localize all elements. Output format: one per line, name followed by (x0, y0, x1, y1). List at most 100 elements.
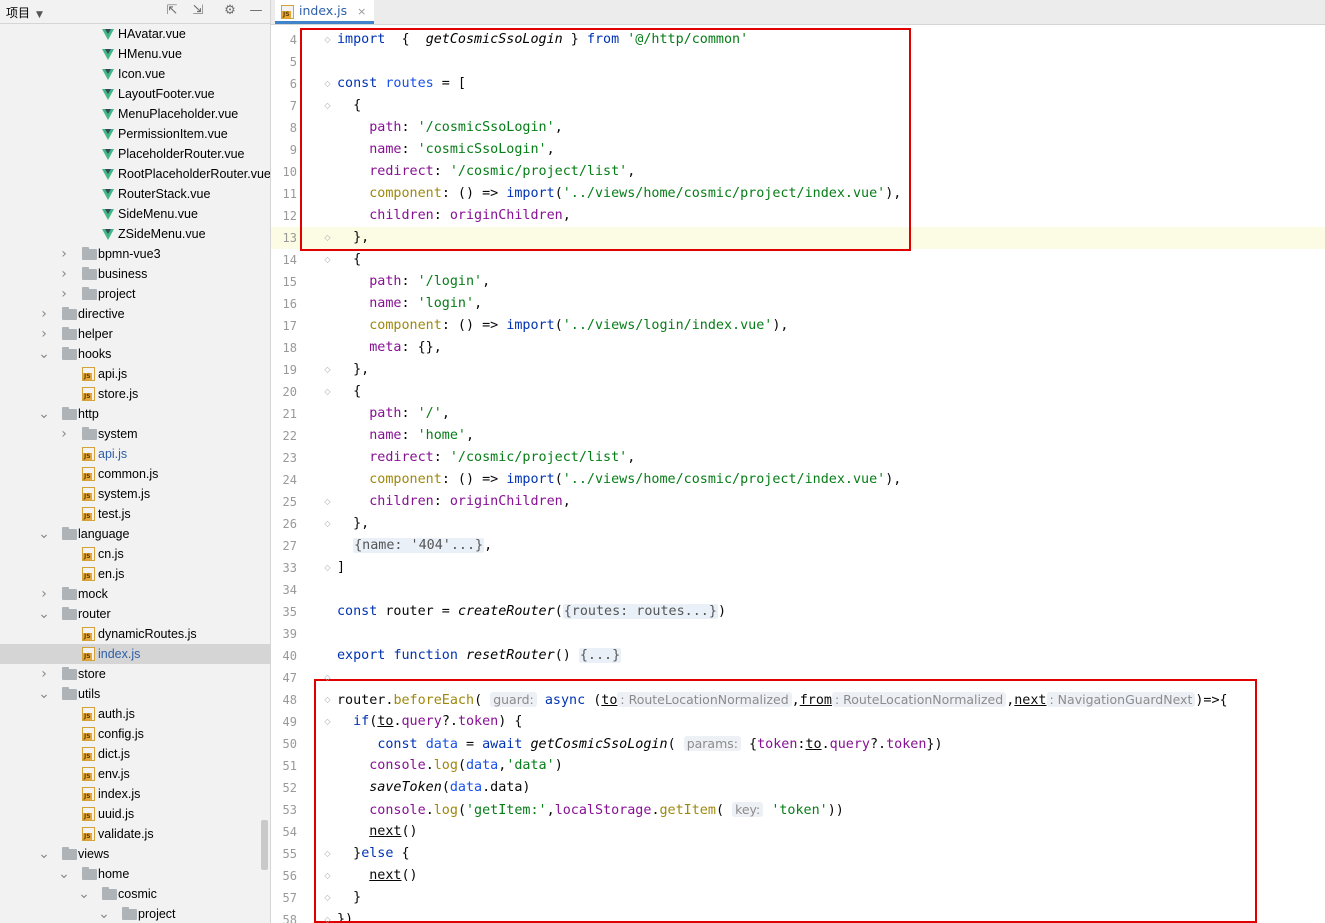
tree-folder[interactable]: › store (0, 664, 270, 684)
fold-marker-icon[interactable]: ◇ (323, 893, 332, 902)
code-line[interactable]: 39 (271, 623, 1325, 645)
tree-file[interactable]: HMenu.vue (0, 44, 270, 64)
project-view-selector[interactable]: 项目 ▼ (6, 4, 43, 21)
code-line[interactable]: 17 component: () => import('../views/log… (271, 315, 1325, 337)
tree-file[interactable]: PlaceholderRouter.vue (0, 144, 270, 164)
code-line[interactable]: 26 }, (271, 513, 1325, 535)
fold-marker-icon[interactable]: ◇ (323, 365, 332, 374)
code-line[interactable]: 35 const router = createRouter({routes: r… (271, 601, 1325, 623)
tree-folder[interactable]: › bpmn-vue3 (0, 244, 270, 264)
chevron-right-icon[interactable]: › (58, 264, 70, 284)
tree-file[interactable]: index.js (0, 644, 270, 664)
gear-icon[interactable]: ⚙ (222, 3, 238, 19)
code-line[interactable]: 55 }else { (271, 843, 1325, 865)
tree-file[interactable]: env.js (0, 764, 270, 784)
code-line[interactable]: 7 { (271, 95, 1325, 117)
fold-marker-icon[interactable]: ◇ (323, 717, 332, 726)
tree-folder[interactable]: ⌄ cosmic (0, 884, 270, 904)
tree-file[interactable]: HAvatar.vue (0, 24, 270, 44)
tree-file[interactable]: RootPlaceholderRouter.vue (0, 164, 270, 184)
code-line[interactable]: 27 {name: '404'...}, (271, 535, 1325, 557)
code-line[interactable]: 18 meta: {}, (271, 337, 1325, 359)
tree-file[interactable]: cn.js (0, 544, 270, 564)
code-line[interactable]: 8 path: '/cosmicSsoLogin', (271, 117, 1325, 139)
tree-file[interactable]: validate.js (0, 824, 270, 844)
code-line[interactable]: 20 { (271, 381, 1325, 403)
code-line[interactable]: 14 { (271, 249, 1325, 271)
chevron-down-icon[interactable]: ⌄ (98, 904, 110, 923)
code-line[interactable]: 52 saveToken(data.data) (271, 777, 1325, 799)
fold-marker-icon[interactable]: ◇ (323, 497, 332, 506)
close-icon[interactable]: × (357, 5, 366, 18)
code-line[interactable]: 40 export function resetRouter() {...} (271, 645, 1325, 667)
chevron-down-icon[interactable]: ⌄ (38, 684, 50, 704)
code-line[interactable]: 54 next() (271, 821, 1325, 843)
fold-marker-icon[interactable]: ◇ (323, 695, 332, 704)
code-line[interactable]: 48 router.beforeEach( guard: async (to: R… (271, 689, 1325, 711)
scrollbar-thumb[interactable] (261, 820, 268, 870)
collapse-all-icon[interactable]: ⇲ (190, 3, 206, 19)
code-line[interactable]: 11 component: () => import('../views/hom… (271, 183, 1325, 205)
tree-folder[interactable]: › mock (0, 584, 270, 604)
code-line[interactable]: 9 name: 'cosmicSsoLogin', (271, 139, 1325, 161)
tree-file[interactable]: MenuPlaceholder.vue (0, 104, 270, 124)
tree-folder[interactable]: ⌄ views (0, 844, 270, 864)
expand-all-icon[interactable]: ⇱ (164, 3, 180, 19)
code-line[interactable]: 58}) (271, 909, 1325, 923)
fold-marker-icon[interactable]: ◇ (323, 871, 332, 880)
chevron-down-icon[interactable]: ⌄ (58, 864, 70, 884)
tree-file[interactable]: uuid.js (0, 804, 270, 824)
tree-file[interactable]: SideMenu.vue (0, 204, 270, 224)
tree-file[interactable]: system.js (0, 484, 270, 504)
fold-marker-icon[interactable]: ◇ (323, 35, 332, 44)
tab-index-js[interactable]: index.js × (275, 0, 375, 24)
fold-marker-icon[interactable]: ◇ (323, 233, 332, 242)
tree-folder[interactable]: ⌄ utils (0, 684, 270, 704)
tree-file[interactable]: ZSideMenu.vue (0, 224, 270, 244)
fold-marker-icon[interactable]: ◇ (323, 563, 332, 572)
code-line[interactable]: 49 if(to.query?.token) { (271, 711, 1325, 733)
minimize-icon[interactable]: — (248, 3, 264, 19)
code-line[interactable]: 22 name: 'home', (271, 425, 1325, 447)
code-line[interactable]: 24 component: () => import('../views/hom… (271, 469, 1325, 491)
fold-marker-icon[interactable]: ◇ (323, 915, 332, 923)
fold-marker-icon[interactable]: ◇ (323, 101, 332, 110)
tree-file[interactable]: index.js (0, 784, 270, 804)
tree-folder[interactable]: › project (0, 284, 270, 304)
code-line[interactable]: 15 path: '/login', (271, 271, 1325, 293)
tree-folder[interactable]: ⌄ language (0, 524, 270, 544)
tree-folder[interactable]: › directive (0, 304, 270, 324)
tree-folder[interactable]: › system (0, 424, 270, 444)
code-line[interactable]: 53 console.log('getItem:',localStorage.g… (271, 799, 1325, 821)
code-line[interactable]: 50 const data = await getCosmicSsoLogin(… (271, 733, 1325, 755)
chevron-right-icon[interactable]: › (58, 424, 70, 444)
tree-folder[interactable]: ⌄ router (0, 604, 270, 624)
tree-file[interactable]: LayoutFooter.vue (0, 84, 270, 104)
chevron-down-icon[interactable]: ⌄ (78, 884, 90, 904)
tree-folder[interactable]: ⌄ http (0, 404, 270, 424)
code-line[interactable]: 5 (271, 51, 1325, 73)
tree-file[interactable]: config.js (0, 724, 270, 744)
code-line[interactable]: 16 name: 'login', (271, 293, 1325, 315)
code-line[interactable]: 13 }, (271, 227, 1325, 249)
tree-file[interactable]: PermissionItem.vue (0, 124, 270, 144)
tree-file[interactable]: store.js (0, 384, 270, 404)
code-line[interactable]: 47 (271, 667, 1325, 689)
chevron-right-icon[interactable]: › (38, 324, 50, 344)
tree-file[interactable]: api.js (0, 364, 270, 384)
code-line[interactable]: 12 children: originChildren, (271, 205, 1325, 227)
tree-folder[interactable]: › business (0, 264, 270, 284)
code-line[interactable]: 25 children: originChildren, (271, 491, 1325, 513)
code-line[interactable]: 51 console.log(data,'data') (271, 755, 1325, 777)
tree-folder[interactable]: ⌄ home (0, 864, 270, 884)
tree-folder[interactable]: › helper (0, 324, 270, 344)
chevron-right-icon[interactable]: › (38, 584, 50, 604)
tree-file[interactable]: common.js (0, 464, 270, 484)
chevron-down-icon[interactable]: ⌄ (38, 344, 50, 364)
tree-file[interactable]: en.js (0, 564, 270, 584)
code-line[interactable]: 57 } (271, 887, 1325, 909)
code-line[interactable]: 6 const routes = [ (271, 73, 1325, 95)
code-line[interactable]: 21 path: '/', (271, 403, 1325, 425)
fold-marker-icon[interactable]: ◇ (323, 255, 332, 264)
fold-marker-icon[interactable]: ◇ (323, 387, 332, 396)
